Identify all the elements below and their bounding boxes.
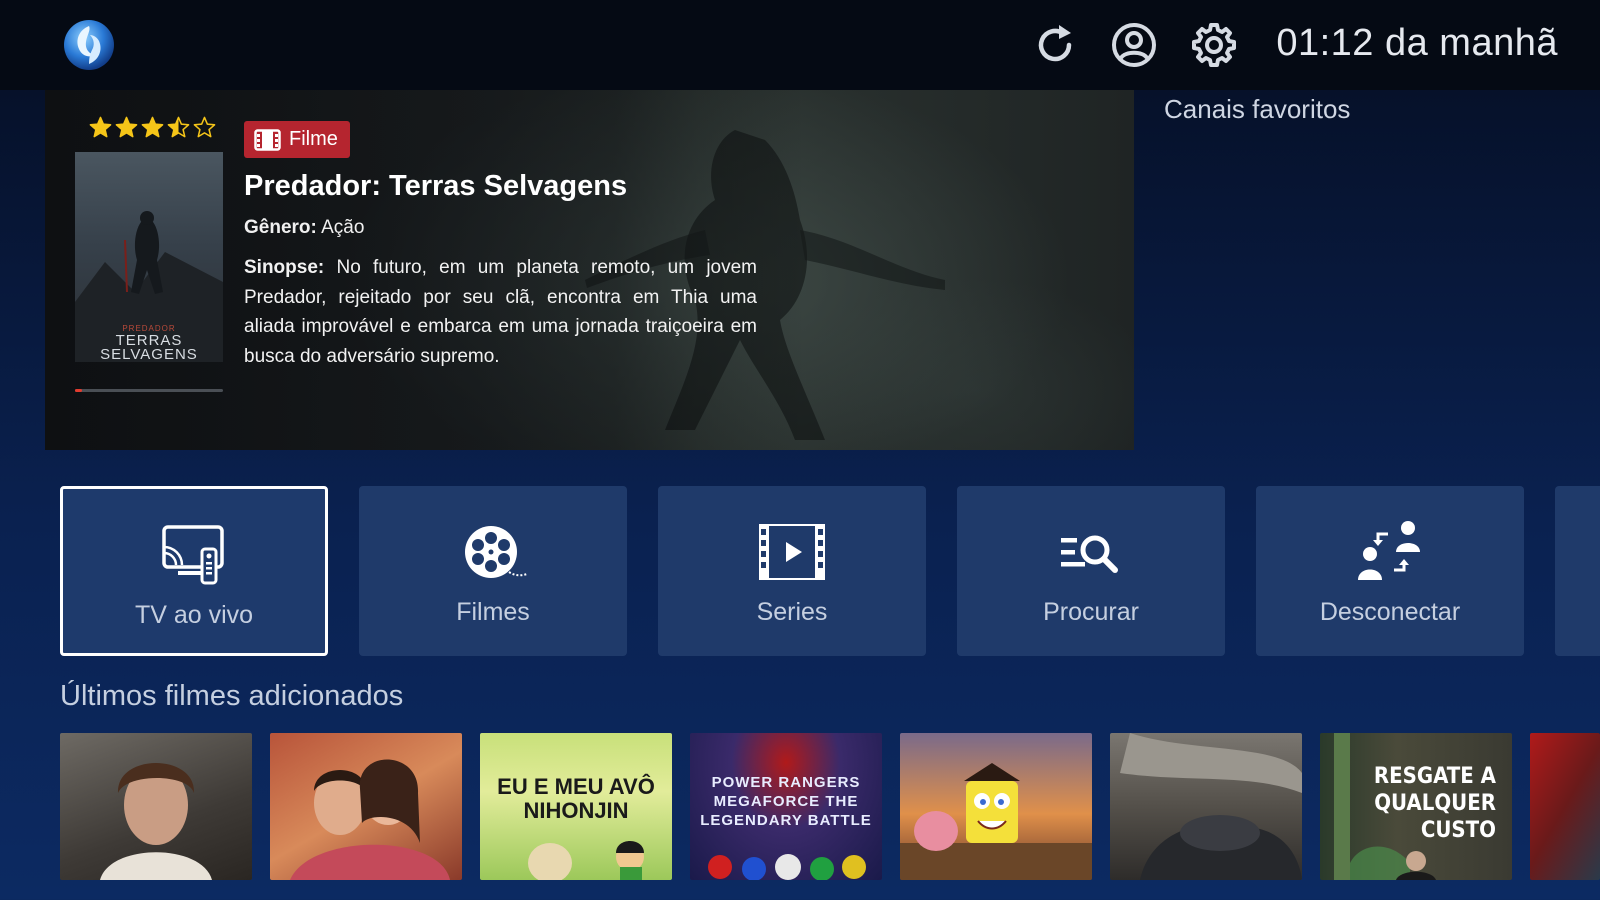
account-icon[interactable] (1110, 21, 1158, 69)
live-tv-icon (162, 525, 224, 585)
menu-tile-search[interactable]: Procurar (957, 486, 1225, 656)
playback-progress-fill (75, 389, 83, 392)
movie-poster[interactable]: POWER RANGERS MEGAFORCE THE LEGENDARY BA… (690, 733, 882, 880)
star-icon (89, 116, 112, 138)
poster-text: TERRAS SELVAGENS (100, 332, 198, 362)
rating-stars (89, 116, 216, 139)
menu-tile-partial[interactable] (1555, 486, 1600, 656)
gear-icon[interactable] (1190, 21, 1238, 69)
movie-poster[interactable]: RESGATE A QUALQUER CUSTO (1320, 733, 1512, 880)
movie-poster[interactable] (1110, 733, 1302, 880)
menu-tile-label: TV ao vivo (134, 601, 254, 629)
menu-tile-movies[interactable]: Filmes (359, 486, 627, 656)
movie-poster[interactable] (60, 733, 252, 880)
refresh-icon[interactable] (1031, 21, 1079, 69)
movie-poster[interactable] (270, 733, 462, 880)
switch-user-icon (1358, 521, 1420, 580)
badge-label: Filme (289, 128, 338, 150)
synopsis-label: Sinopse: (244, 257, 325, 278)
search-list-icon (1061, 535, 1118, 573)
content-type-badge: Filme (244, 121, 350, 158)
movie-poster-text: RESGATE A QUALQUER CUSTO (1373, 764, 1496, 843)
latest-movies-title: Últimos filmes adicionados (60, 680, 404, 712)
film-strip-icon (254, 128, 281, 151)
menu-tile-series[interactable]: Series (658, 486, 926, 656)
favorites-title: Canais favoritos (1164, 94, 1351, 124)
star-icon (115, 116, 138, 138)
app-logo-icon (62, 18, 116, 72)
menu-tile-label: Procurar (1043, 598, 1139, 626)
latest-movies-row: EU E MEU AVÔ NIHONJIN POWER RANGERS MEGA… (60, 733, 1600, 880)
menu-tile-label: Desconectar (1319, 598, 1461, 626)
top-bar: 01:12 da manhã (0, 0, 1600, 90)
play-clapper-icon (759, 524, 825, 580)
movie-poster[interactable]: EU E MEU AVÔ NIHONJIN (480, 733, 672, 880)
menu-tile-live-tv[interactable]: TV ao vivo (60, 486, 328, 656)
menu-tile-label: Filmes (456, 598, 530, 626)
star-icon (167, 116, 190, 138)
featured-poster: PREDADOR TERRAS SELVAGENS (75, 152, 223, 362)
featured-banner[interactable]: PREDADOR TERRAS SELVAGENS Filme Predador… (45, 90, 1134, 450)
featured-genre: Gênero: Ação (244, 217, 364, 239)
film-reel-icon (465, 526, 528, 578)
genre-label: Gênero: (244, 217, 317, 238)
movie-poster[interactable] (1530, 733, 1600, 880)
star-icon (193, 116, 216, 138)
menu-tile-label: Series (756, 598, 828, 626)
menu-tile-disconnect[interactable]: Desconectar (1256, 486, 1524, 656)
playback-progress (75, 389, 223, 392)
featured-title: Predador: Terras Selvagens (244, 170, 628, 202)
movie-poster[interactable] (900, 733, 1092, 880)
star-icon (141, 116, 164, 138)
featured-synopsis: Sinopse: No futuro, em um planeta remoto… (244, 253, 757, 371)
genre-value: Ação (321, 217, 365, 238)
clock: 01:12 da manhã (1276, 22, 1558, 64)
